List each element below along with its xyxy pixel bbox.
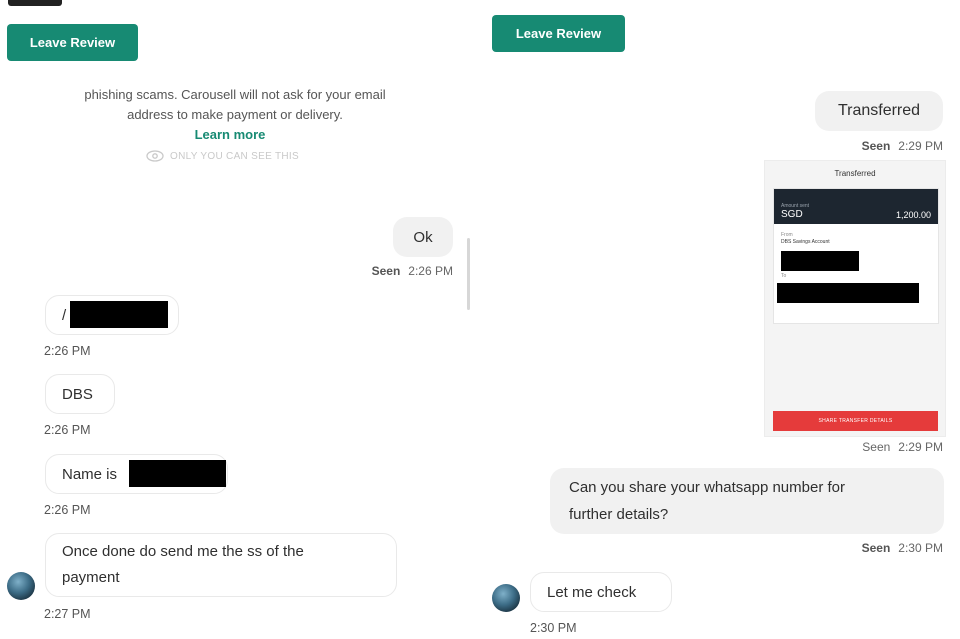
message-text: DBS bbox=[62, 385, 93, 403]
top-fragment bbox=[8, 0, 62, 6]
message-text: Let me check bbox=[547, 583, 637, 601]
learn-more-link[interactable]: Learn more bbox=[195, 127, 266, 142]
to-label: To bbox=[781, 273, 787, 279]
message-text: Ok bbox=[413, 228, 433, 246]
only-you-notice: ONLY YOU CAN SEE THIS bbox=[146, 150, 299, 162]
message-status: Seen 2:30 PM bbox=[780, 541, 943, 555]
from-label: From bbox=[781, 232, 793, 238]
seen-label: Seen bbox=[861, 139, 891, 153]
message-time: 2:29 PM bbox=[898, 139, 943, 153]
message-text-line-1: Once done do send me the ss of the bbox=[62, 543, 304, 560]
from-account: DBS Savings Account bbox=[781, 239, 830, 245]
safety-notice: phishing scams. Carousell will not ask f… bbox=[40, 85, 430, 125]
message-bubble-in: Let me check bbox=[530, 572, 672, 612]
message-text: Name is bbox=[62, 465, 118, 483]
amount-value: 1,200.00 bbox=[895, 210, 931, 220]
eye-icon bbox=[146, 150, 164, 162]
avatar[interactable] bbox=[7, 572, 35, 600]
message-time: 2:29 PM bbox=[898, 440, 943, 454]
message-bubble-out: Can you share your whatsapp number for f… bbox=[550, 468, 944, 534]
message-time: 2:26 PM bbox=[44, 503, 91, 517]
message-text-line-2: payment bbox=[62, 569, 120, 586]
message-status: Seen 2:26 PM bbox=[300, 264, 453, 278]
message-time: 2:26 PM bbox=[44, 423, 91, 437]
message-bubble-out: Transferred bbox=[815, 91, 943, 131]
seen-label: Seen bbox=[371, 264, 401, 278]
redaction-box bbox=[777, 283, 919, 303]
receipt-title: Transferred bbox=[834, 169, 876, 178]
currency: SGD bbox=[781, 209, 803, 220]
redaction-box bbox=[70, 301, 168, 328]
leave-review-label: Leave Review bbox=[29, 35, 116, 50]
message-text-line-1: Can you share your whatsapp number for bbox=[569, 479, 845, 496]
message-status: Seen 2:29 PM bbox=[780, 139, 943, 153]
transfer-screenshot-image[interactable]: Transferred Amount sent SGD 1,200.00 Fro… bbox=[764, 160, 946, 437]
message-bubble-in: DBS bbox=[45, 374, 115, 414]
notice-line-1: phishing scams. Carousell will not ask f… bbox=[84, 87, 386, 102]
receipt-amount-bar: Amount sent SGD 1,200.00 bbox=[774, 189, 938, 224]
share-transfer-details-button: SHARE TRANSFER DETAILS bbox=[773, 411, 938, 431]
message-time: 2:26 PM bbox=[408, 264, 453, 278]
receipt-card: Amount sent SGD 1,200.00 From DBS Saving… bbox=[773, 188, 939, 324]
avatar[interactable] bbox=[492, 584, 520, 612]
leave-review-label: Leave Review bbox=[515, 26, 602, 41]
message-time: 2:27 PM bbox=[44, 607, 91, 621]
message-time: 2:26 PM bbox=[44, 344, 91, 358]
message-text: / bbox=[62, 306, 67, 324]
seen-label: Seen bbox=[862, 440, 891, 454]
only-you-label: ONLY YOU CAN SEE THIS bbox=[170, 150, 299, 162]
message-time: 2:30 PM bbox=[898, 541, 943, 555]
leave-review-button[interactable]: Leave Review bbox=[492, 15, 625, 52]
message-status: Seen 2:29 PM bbox=[780, 440, 943, 454]
leave-review-button[interactable]: Leave Review bbox=[7, 24, 138, 61]
redaction-box bbox=[129, 460, 226, 487]
scrollbar[interactable] bbox=[467, 238, 470, 310]
message-bubble-in: Once done do send me the ss of the payme… bbox=[45, 533, 397, 597]
redaction-box bbox=[781, 251, 859, 271]
notice-line-2: address to make payment or delivery. bbox=[127, 107, 343, 122]
message-time: 2:30 PM bbox=[530, 621, 577, 635]
message-bubble-out: Ok bbox=[393, 217, 453, 257]
share-button-label: SHARE TRANSFER DETAILS bbox=[818, 418, 893, 424]
message-text-line-2: further details? bbox=[569, 506, 669, 523]
seen-label: Seen bbox=[861, 541, 891, 555]
message-text: Transferred bbox=[837, 102, 921, 119]
